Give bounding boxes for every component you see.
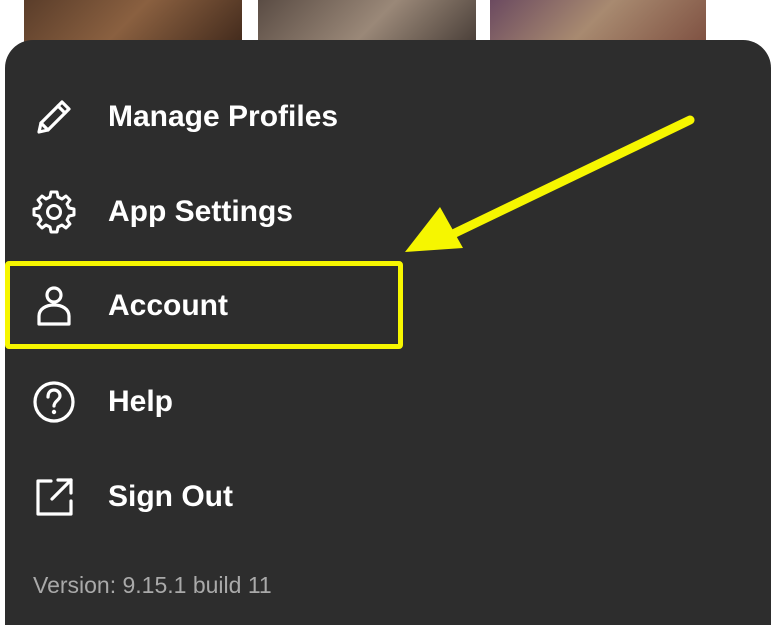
pencil-icon xyxy=(37,100,71,134)
menu-item-label: Sign Out xyxy=(108,480,233,513)
gear-icon xyxy=(32,190,76,234)
menu-item-label: App Settings xyxy=(108,195,293,228)
highlight-box-account xyxy=(5,261,403,349)
menu-item-sign-out[interactable]: Sign Out xyxy=(5,462,765,532)
help-circle-icon xyxy=(33,381,75,423)
menu-item-help[interactable]: Help xyxy=(5,367,765,437)
version-text: Version: 9.15.1 build 11 xyxy=(33,572,272,598)
menu-item-label: Manage Profiles xyxy=(108,100,339,133)
menu-item-manage-profiles[interactable]: Manage Profiles xyxy=(5,82,765,152)
menu-item-label: Help xyxy=(108,385,174,418)
menu-item-app-settings[interactable]: App Settings xyxy=(5,177,765,247)
external-link-icon xyxy=(36,478,73,516)
